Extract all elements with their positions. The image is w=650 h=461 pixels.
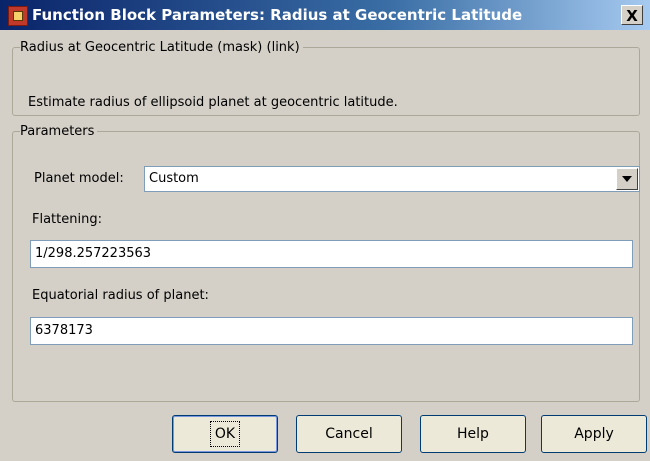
apply-button-label: Apply (574, 426, 614, 442)
equatorial-radius-label: Equatorial radius of planet: (32, 288, 209, 303)
window-title: Function Block Parameters: Radius at Geo… (32, 6, 523, 24)
flattening-input[interactable]: 1/298.257223563 (30, 240, 633, 268)
ok-button[interactable]: OK (172, 415, 278, 453)
flattening-label: Flattening: (32, 212, 102, 227)
description-group: Radius at Geocentric Latitude (mask) (li… (12, 40, 640, 116)
close-button[interactable]: X (621, 5, 643, 25)
close-icon: X (626, 7, 638, 25)
planet-model-value: Custom (149, 171, 199, 186)
simulink-block-icon (8, 6, 28, 26)
equatorial-radius-input[interactable]: 6378173 (30, 317, 633, 345)
planet-model-select[interactable]: Custom (144, 166, 640, 192)
description-text: Estimate radius of ellipsoid planet at g… (28, 95, 398, 110)
cancel-button-label: Cancel (325, 426, 373, 442)
help-button-label: Help (457, 426, 489, 442)
apply-button[interactable]: Apply (541, 415, 647, 453)
help-button[interactable]: Help (420, 415, 526, 453)
title-bar: Function Block Parameters: Radius at Geo… (0, 0, 650, 30)
ok-button-label: OK (209, 421, 241, 447)
cancel-button[interactable]: Cancel (296, 415, 402, 453)
description-legend: Radius at Geocentric Latitude (mask) (li… (20, 40, 300, 55)
chevron-down-icon[interactable] (616, 168, 638, 190)
planet-model-label: Planet model: (34, 171, 124, 186)
parameters-legend: Parameters (20, 124, 95, 139)
